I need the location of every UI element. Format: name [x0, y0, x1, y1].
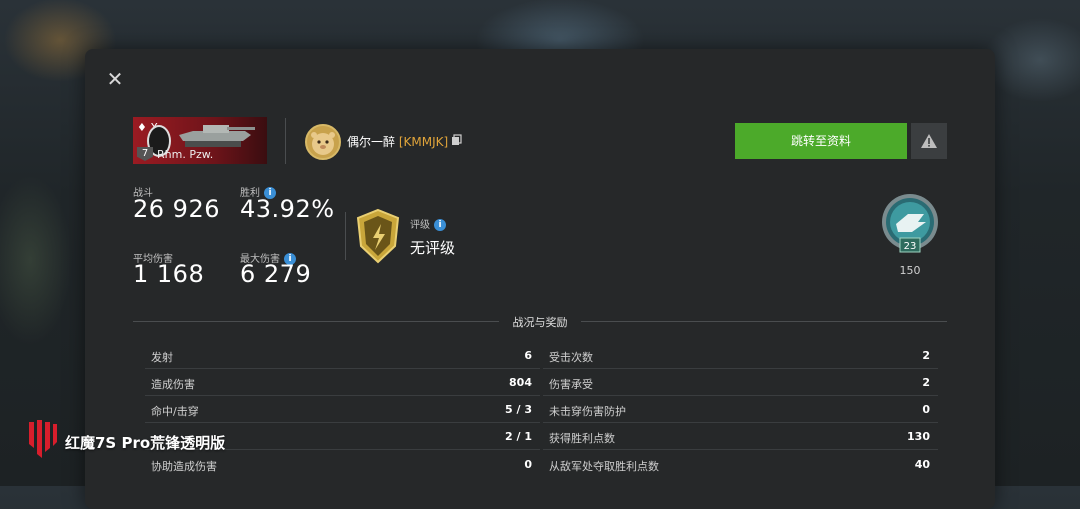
row-label: 未击穿伤害防护	[549, 405, 626, 418]
rating-label-text: 评级	[410, 220, 430, 231]
table-row: 从敌军处夺取胜利点数 40	[543, 451, 938, 478]
section-title: 战况与奖励	[0, 314, 1080, 330]
tank-name: Rhm. Pzw.	[157, 148, 214, 161]
table-row: 受击次数 2	[543, 342, 938, 369]
avg-damage-value: 1 168	[133, 260, 205, 288]
table-row: 命中/击穿 5 / 3	[145, 396, 540, 423]
close-icon[interactable]: ✕	[104, 68, 126, 90]
info-icon[interactable]: i	[434, 219, 446, 231]
rank-shield-icon	[356, 208, 400, 264]
row-value: 2 / 1	[505, 430, 532, 443]
row-value: 0	[922, 403, 930, 416]
report-button[interactable]	[911, 123, 947, 159]
table-row: 造成伤害 804	[145, 369, 540, 396]
table-row: 获得胜利点数 130	[543, 423, 938, 450]
row-label: 受击次数	[549, 351, 593, 364]
watermark-text: 红魔7S Pro荒锋透明版	[65, 434, 226, 452]
row-value: 804	[509, 376, 532, 389]
rating-value: 无评级	[410, 239, 456, 257]
row-value: 2	[922, 376, 930, 389]
row-label: 从敌军处夺取胜利点数	[549, 460, 659, 473]
rating-label: 评级 i	[410, 216, 446, 231]
max-damage-value: 6 279	[240, 260, 312, 288]
copy-icon[interactable]	[451, 134, 463, 146]
row-label: 发射	[151, 351, 173, 364]
player-clan-tag[interactable]: [KMMJK]	[399, 135, 448, 149]
player-nickname: 偶尔一醉	[347, 135, 396, 149]
table-row: 协助造成伤害 0	[145, 451, 540, 478]
tank-badge: ♦ X 7 Rhm. Pzw.	[133, 117, 267, 164]
row-value: 5 / 3	[505, 403, 532, 416]
table-row: 伤害承受 2	[543, 369, 938, 396]
row-label: 协助造成伤害	[151, 460, 217, 473]
table-row: 未击穿伤害防护 0	[543, 396, 938, 423]
warning-icon	[921, 134, 937, 148]
row-label: 命中/击穿	[151, 405, 199, 418]
winrate-value: 43.92%	[240, 195, 335, 223]
red-magic-logo-icon	[29, 420, 57, 458]
player-avatar	[305, 124, 341, 160]
tank-level-badge: 7	[137, 147, 153, 161]
row-value: 2	[922, 349, 930, 362]
row-label: 造成伤害	[151, 378, 195, 391]
medal-level: 23	[904, 241, 917, 252]
row-divider	[543, 449, 938, 450]
mastery-medal-icon: 23	[882, 194, 938, 253]
row-value: 6	[524, 349, 532, 362]
row-value: 0	[524, 458, 532, 471]
row-label: 获得胜利点数	[549, 432, 615, 445]
row-value: 130	[907, 430, 930, 443]
medal-count: 150	[899, 264, 921, 277]
battles-value: 26 926	[133, 195, 220, 223]
section-title-text: 战况与奖励	[512, 316, 568, 329]
header-divider	[285, 118, 286, 164]
tank-image	[179, 125, 255, 147]
go-to-profile-button[interactable]: 跳转至资料	[735, 123, 907, 159]
table-row: 发射 6	[145, 342, 540, 369]
player-name: 偶尔一醉 [KMMJK]	[347, 133, 448, 150]
row-value: 40	[914, 458, 930, 471]
rating-divider	[345, 212, 346, 260]
row-label: 伤害承受	[549, 378, 593, 391]
